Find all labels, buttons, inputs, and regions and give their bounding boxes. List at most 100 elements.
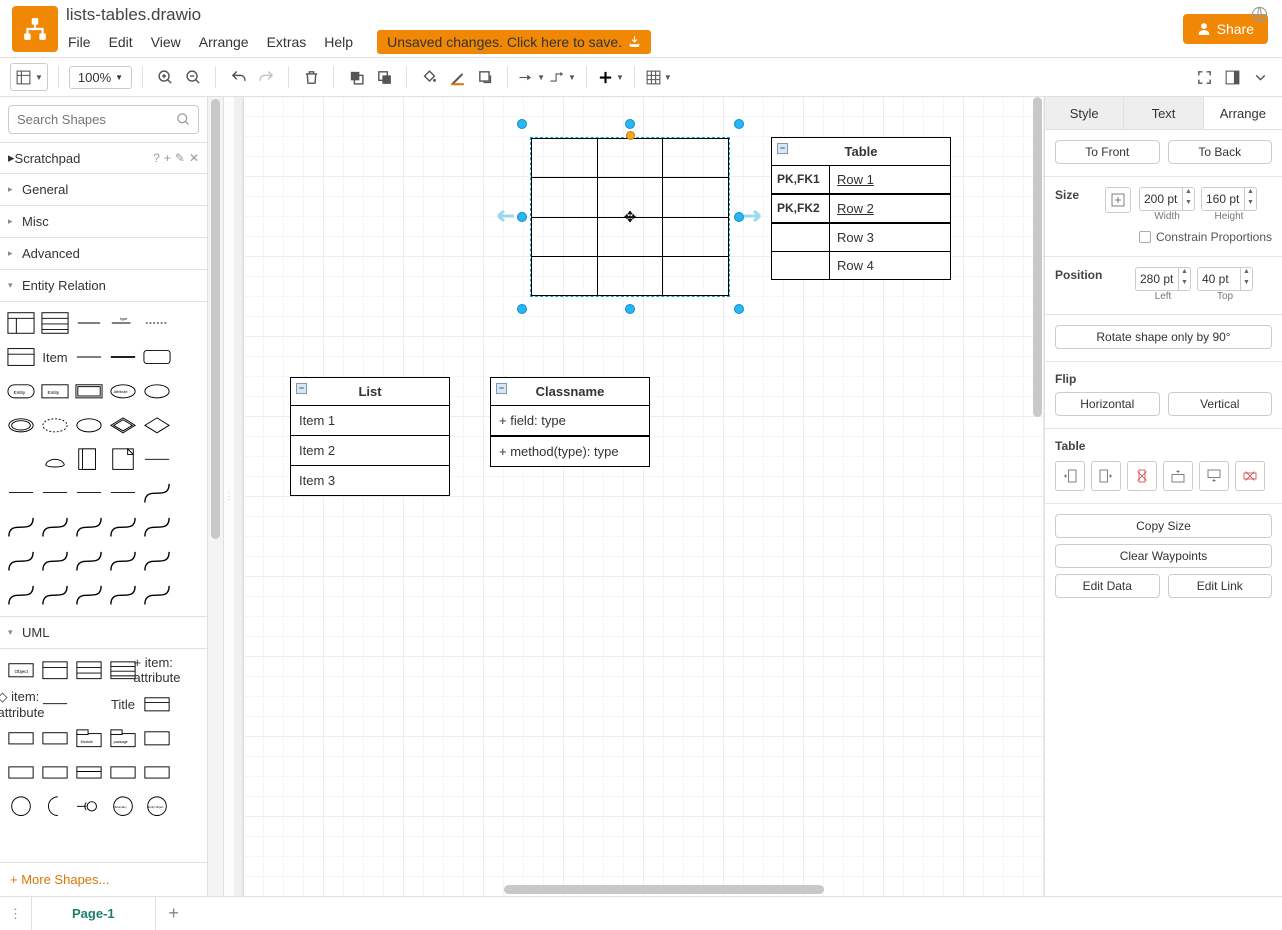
- clear-waypoints-button[interactable]: Clear Waypoints: [1055, 544, 1272, 568]
- collapse-toggle-icon[interactable]: −: [496, 383, 507, 394]
- shape-thumb[interactable]: [6, 478, 36, 508]
- insert-column-left-button[interactable]: [1055, 461, 1085, 491]
- copy-size-button[interactable]: Copy Size: [1055, 514, 1272, 538]
- delete-button[interactable]: [299, 63, 323, 91]
- add-page-button[interactable]: +: [156, 897, 192, 930]
- shape-thumb[interactable]: [40, 444, 70, 474]
- shape-thumb[interactable]: [108, 546, 138, 576]
- flip-horizontal-button[interactable]: Horizontal: [1055, 392, 1160, 416]
- to-back-button[interactable]: [372, 63, 396, 91]
- shape-thumb[interactable]: Attribute: [108, 376, 138, 406]
- selection-handle[interactable]: [517, 304, 527, 314]
- class-shape[interactable]: −Classname + field: type + method(type):…: [490, 377, 650, 467]
- insert-column-right-button[interactable]: [1091, 461, 1121, 491]
- table-cell[interactable]: Row 2: [830, 195, 950, 222]
- shape-thumb[interactable]: [40, 308, 70, 338]
- page-tab[interactable]: Page-1: [32, 897, 156, 930]
- shape-thumb[interactable]: [40, 512, 70, 542]
- shape-thumb[interactable]: [6, 512, 36, 542]
- shape-thumb[interactable]: Boundary: [108, 791, 138, 821]
- canvas-vscrollbar[interactable]: [1030, 97, 1044, 882]
- shape-thumb[interactable]: [74, 376, 104, 406]
- list-item[interactable]: Item 2: [291, 436, 449, 466]
- shape-thumb[interactable]: ◇ item: attribute: [6, 689, 36, 719]
- shape-thumb[interactable]: [40, 689, 70, 719]
- connection-button[interactable]: ▼: [518, 63, 545, 91]
- selection-handle[interactable]: [517, 212, 527, 222]
- shape-thumb[interactable]: [6, 342, 36, 372]
- shape-thumb[interactable]: [142, 342, 172, 372]
- fill-color-button[interactable]: [417, 63, 441, 91]
- category-advanced[interactable]: ▸Advanced: [0, 238, 207, 270]
- pages-menu-button[interactable]: ⋮: [0, 897, 32, 930]
- shape-thumb[interactable]: [142, 723, 172, 753]
- shape-thumb[interactable]: [74, 308, 104, 338]
- insert-row-above-button[interactable]: [1163, 461, 1193, 491]
- selection-handle[interactable]: [625, 119, 635, 129]
- shape-thumb[interactable]: [40, 478, 70, 508]
- shape-thumb[interactable]: [108, 444, 138, 474]
- shape-thumb[interactable]: Entity: [40, 376, 70, 406]
- insert-button[interactable]: ▼: [597, 63, 624, 91]
- insert-row-below-button[interactable]: [1199, 461, 1229, 491]
- shape-thumb[interactable]: Entity Object: [142, 791, 172, 821]
- shape-thumb[interactable]: + item: attribute: [142, 655, 172, 685]
- waypoint-button[interactable]: ▼: [549, 63, 576, 91]
- tab-arrange[interactable]: Arrange: [1204, 97, 1282, 129]
- shape-thumb[interactable]: [40, 655, 70, 685]
- selected-table-shape[interactable]: ✥: [530, 137, 730, 297]
- tab-style[interactable]: Style: [1045, 97, 1124, 129]
- canvas-hscrollbar[interactable]: [234, 882, 1044, 896]
- grid-insert-button[interactable]: ▼: [645, 63, 672, 91]
- menu-file[interactable]: File: [68, 34, 91, 50]
- table-cell[interactable]: [772, 224, 830, 251]
- shape-thumb[interactable]: [40, 791, 70, 821]
- shadow-button[interactable]: [473, 63, 497, 91]
- scratchpad-header[interactable]: ▸ Scratchpad ? + ✎ ✕: [0, 142, 207, 174]
- splitter[interactable]: ⋮: [224, 97, 234, 896]
- shape-thumb[interactable]: Title: [108, 689, 138, 719]
- shape-thumb[interactable]: [74, 689, 104, 719]
- shape-thumb[interactable]: [74, 580, 104, 610]
- shape-thumb[interactable]: [74, 655, 104, 685]
- constrain-checkbox[interactable]: Constrain Proportions: [1055, 230, 1272, 244]
- more-shapes-button[interactable]: + More Shapes...: [0, 862, 207, 896]
- rotate-button[interactable]: Rotate shape only by 90°: [1055, 325, 1272, 349]
- shape-thumb[interactable]: [6, 444, 36, 474]
- zoom-select[interactable]: 100%▼: [69, 66, 132, 89]
- rotation-handle[interactable]: [626, 131, 635, 140]
- left-panel-scrollbar[interactable]: [208, 97, 224, 896]
- collapse-toggle-icon[interactable]: −: [296, 383, 307, 394]
- language-icon[interactable]: [1251, 6, 1268, 23]
- shape-thumb[interactable]: [74, 512, 104, 542]
- class-field[interactable]: + field: type: [491, 406, 649, 437]
- menu-help[interactable]: Help: [324, 34, 353, 50]
- shape-thumb[interactable]: [108, 512, 138, 542]
- category-general[interactable]: ▸General: [0, 174, 207, 206]
- selection-handle[interactable]: [517, 119, 527, 129]
- direction-arrow-left[interactable]: [488, 206, 516, 226]
- table-cell[interactable]: Row 3: [830, 224, 950, 251]
- direction-arrow-right[interactable]: [742, 206, 770, 226]
- shape-thumb[interactable]: [108, 757, 138, 787]
- menu-view[interactable]: View: [151, 34, 181, 50]
- list-item[interactable]: Item 1: [291, 406, 449, 436]
- table-shape[interactable]: −Table PK,FK1Row 1 PK,FK2Row 2 Row 3 Row…: [771, 137, 951, 280]
- edit-icon[interactable]: ✎: [175, 151, 185, 165]
- shape-thumb[interactable]: [74, 757, 104, 787]
- canvas[interactable]: ✥ −Table PK,FK1Row 1 PK,F: [234, 97, 1044, 896]
- format-panel-button[interactable]: [1220, 63, 1244, 91]
- shape-thumb[interactable]: [74, 791, 104, 821]
- shape-thumb[interactable]: [74, 410, 104, 440]
- zoom-in-button[interactable]: [153, 63, 177, 91]
- table-cell[interactable]: [772, 252, 830, 279]
- unsaved-notice[interactable]: Unsaved changes. Click here to save.: [377, 30, 651, 54]
- delete-row-button[interactable]: [1235, 461, 1265, 491]
- shape-thumb[interactable]: Module: [74, 723, 104, 753]
- category-entity-relation[interactable]: ▾Entity Relation: [0, 270, 207, 302]
- shape-thumb[interactable]: [142, 546, 172, 576]
- edit-link-button[interactable]: Edit Link: [1168, 574, 1273, 598]
- line-color-button[interactable]: [445, 63, 469, 91]
- delete-column-button[interactable]: [1127, 461, 1157, 491]
- help-icon[interactable]: ?: [153, 151, 160, 165]
